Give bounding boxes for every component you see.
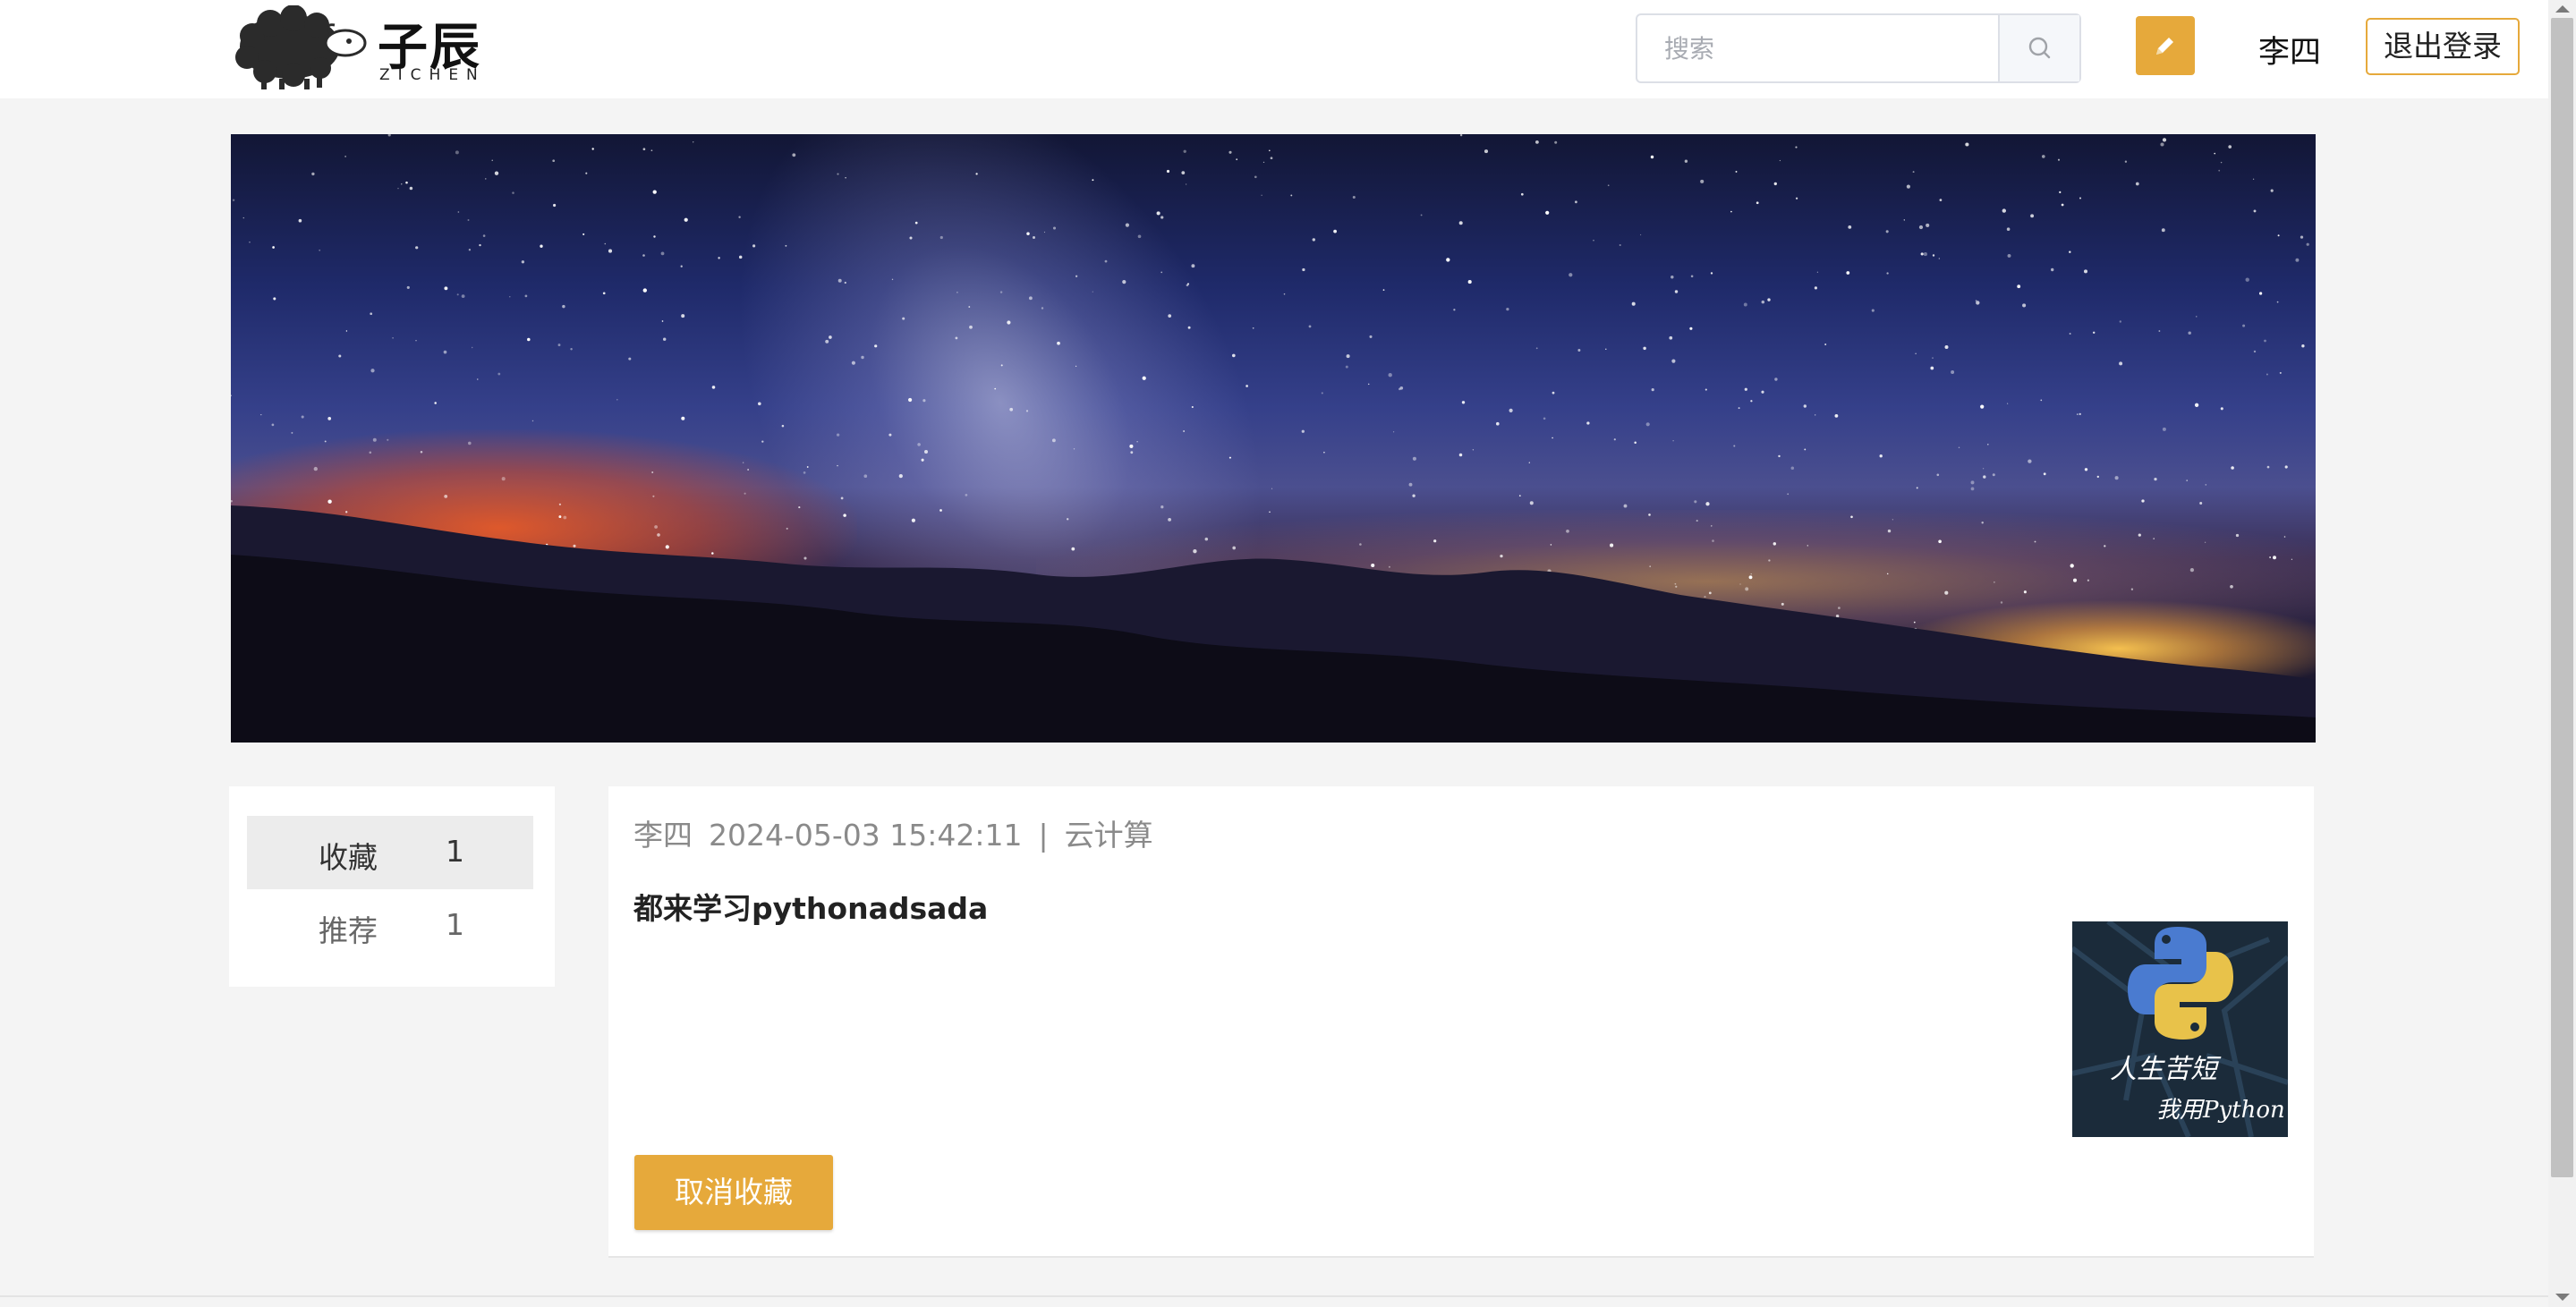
scrollbar-thumb[interactable] (2551, 18, 2573, 1177)
post-title[interactable]: 都来学习pythonadsada (633, 885, 988, 928)
search-icon (2028, 37, 2051, 59)
post-thumbnail[interactable]: 人生苦短 我用Python (2072, 921, 2288, 1137)
mountains-silhouette (231, 505, 2316, 743)
thumb-caption-line1: 人生苦短 (2110, 1054, 2217, 1085)
starry-night-banner (231, 134, 2316, 743)
write-post-button[interactable] (2136, 16, 2195, 75)
stat-label-favorites: 收藏 (319, 840, 378, 875)
scroll-down-arrow-icon[interactable] (2555, 1294, 2570, 1301)
post-meta: 李四 2024-05-03 15:42:11 | 云计算 (633, 811, 1169, 854)
unfavorite-button[interactable]: 取消收藏 (634, 1155, 833, 1230)
favorites-stats-card: 收藏 1 推荐 1 (229, 786, 555, 987)
post-category[interactable]: 云计算 (1065, 818, 1153, 853)
search-box (1636, 13, 2081, 83)
sheep-logo-icon (235, 4, 367, 89)
stat-count-favorites: 1 (446, 834, 464, 869)
search-input[interactable] (1637, 15, 2000, 81)
logo-name-en: ZICHEN (379, 66, 486, 84)
scroll-up-arrow-icon[interactable] (2555, 5, 2570, 13)
top-header: 子辰 ZICHEN 李四 退出登录 (0, 0, 2548, 98)
post-card: 李四 2024-05-03 15:42:11 | 云计算 都来学习pythonadsa… (608, 786, 2314, 1258)
zichen-logo[interactable]: 子辰 ZICHEN (234, 4, 512, 91)
stat-item-favorites[interactable]: 收藏 1 (247, 816, 533, 889)
logout-button[interactable]: 退出登录 (2366, 18, 2520, 75)
post-author[interactable]: 李四 (633, 818, 693, 853)
pencil-icon (2156, 38, 2173, 55)
stat-item-recommend[interactable]: 推荐 1 (247, 889, 533, 963)
search-button[interactable] (1998, 15, 2079, 81)
page-divider (0, 1295, 2548, 1297)
stat-label-recommend: 推荐 (319, 913, 378, 948)
stat-count-recommend: 1 (446, 907, 464, 942)
current-username[interactable]: 李四 (2258, 27, 2321, 72)
meta-separator: | (1038, 818, 1049, 853)
thumb-caption-line2: 我用Python (2156, 1097, 2285, 1124)
post-datetime: 2024-05-03 15:42:11 (709, 818, 1023, 853)
